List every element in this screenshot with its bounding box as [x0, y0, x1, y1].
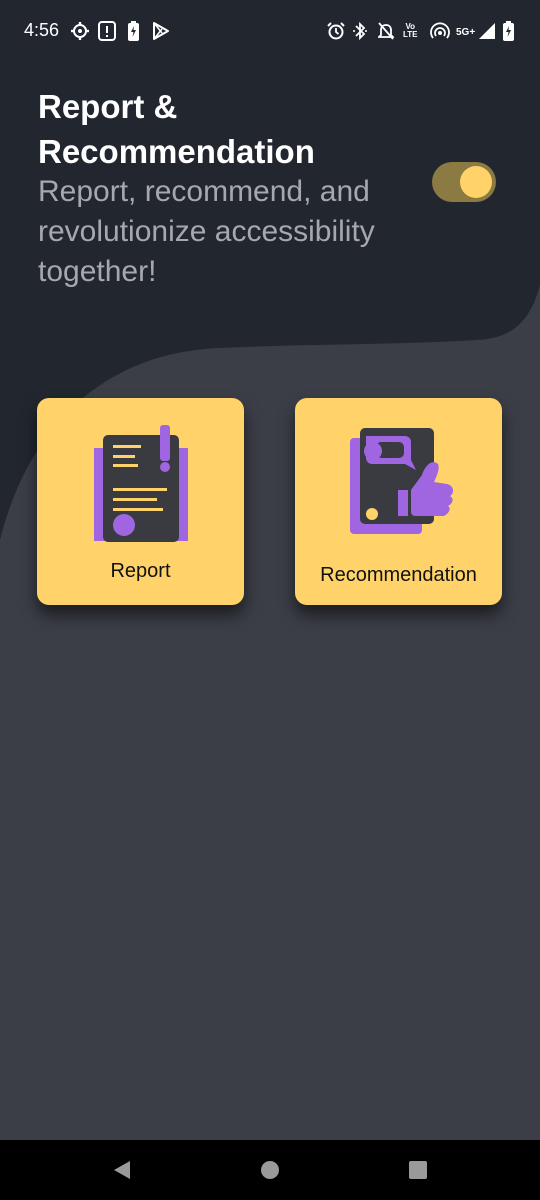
- report-document-icon: [94, 425, 188, 542]
- network-type-label: 5G+: [456, 27, 476, 38]
- report-card-label: Report: [110, 560, 171, 582]
- report-card[interactable]: Report: [37, 398, 244, 605]
- status-bar: 4:56 Vo LTE 5G+: [0, 0, 540, 62]
- page-subtitle: Report, recommend, and revolutionize acc…: [38, 175, 375, 288]
- bluetooth-icon: [353, 18, 367, 44]
- alert-box-icon: [98, 18, 116, 44]
- back-icon[interactable]: [110, 1158, 134, 1182]
- recommendation-card-label: Recommendation: [320, 564, 477, 586]
- theme-toggle[interactable]: [432, 162, 496, 202]
- recommendation-card[interactable]: Recommendation: [295, 398, 502, 605]
- signal-icon: [478, 18, 496, 44]
- battery-icon: [503, 18, 514, 44]
- network-type: 5G+: [456, 20, 475, 46]
- battery-saver-icon: [128, 18, 139, 44]
- status-time: 4:56: [24, 20, 60, 40]
- recents-icon[interactable]: [406, 1158, 430, 1182]
- hotspot-icon: [430, 18, 450, 44]
- navigation-bar: [0, 1140, 540, 1200]
- alarm-icon: [327, 18, 345, 44]
- volte-bottom-label: LTE: [403, 30, 418, 39]
- page-title: Report & Recommendation: [38, 88, 315, 170]
- toggle-knob: [460, 166, 492, 198]
- notifications-off-icon: [378, 18, 394, 44]
- home-icon[interactable]: [258, 1158, 282, 1182]
- play-store-icon: [152, 18, 170, 44]
- settings-gear-icon: [70, 18, 90, 44]
- volte-icon: Vo LTE: [403, 18, 418, 44]
- recommendation-thumbs-up-icon: [350, 428, 454, 534]
